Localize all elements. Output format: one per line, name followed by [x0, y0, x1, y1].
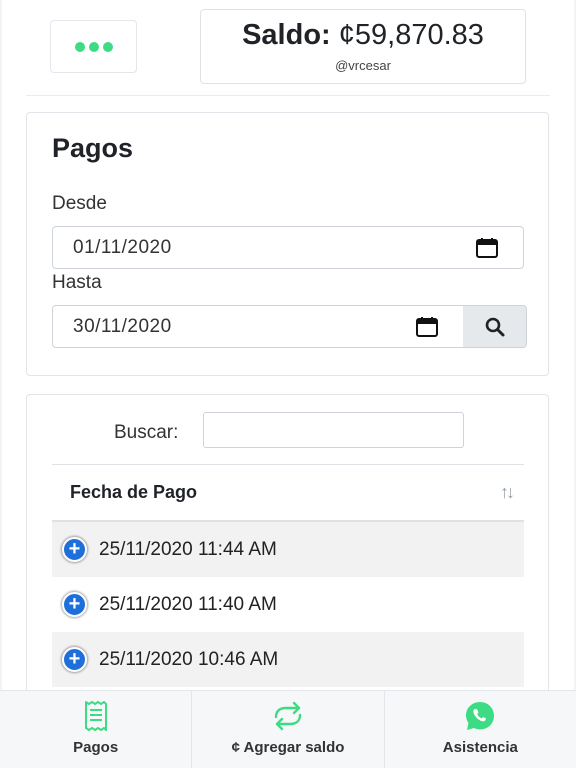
nav-label-pagos: Pagos [73, 739, 119, 756]
sort-icon[interactable]: ↑↓ [500, 482, 515, 503]
payments-table-card: Buscar: Fecha de Pago ↑↓ + 25/11/2020 11… [26, 394, 549, 714]
nav-item-agregar-saldo[interactable]: ¢ Agregar saldo [192, 691, 385, 768]
ellipsis-icon [74, 41, 85, 52]
expand-plus-icon[interactable]: + [62, 537, 87, 562]
nav-label-asistencia: Asistencia [442, 739, 518, 756]
app-root: Saldo: ¢59,870.83 @vrcesar Pagos Desde 0… [0, 0, 576, 768]
from-date-value: 01/11/2020 [73, 236, 172, 258]
nav-item-asistencia[interactable]: Asistencia [385, 691, 576, 768]
bottom-nav: Pagos ¢ Agregar saldo Asistencia [0, 690, 576, 768]
header-divider [26, 95, 550, 96]
whatsapp-icon [466, 702, 495, 730]
nav-label-agregar-saldo: ¢ Agregar saldo [231, 739, 345, 756]
edge-left [0, 0, 2, 768]
payment-date-cell: 25/11/2020 11:44 AM [99, 538, 277, 560]
table-search-label: Buscar: [114, 422, 179, 443]
table-row[interactable]: + 25/11/2020 11:44 AM [52, 522, 524, 577]
balance-value: ¢59,870.83 [338, 19, 484, 51]
payment-date-cell: 25/11/2020 11:40 AM [99, 593, 277, 615]
expand-plus-icon[interactable]: + [62, 592, 87, 617]
from-date-input[interactable]: 01/11/2020 [52, 226, 524, 269]
search-icon [485, 317, 504, 336]
search-button[interactable] [463, 305, 527, 348]
username: @vrcesar [335, 58, 391, 73]
calendar-icon[interactable] [476, 237, 498, 258]
table-search-input[interactable] [203, 412, 464, 448]
nav-item-pagos[interactable]: Pagos [0, 691, 193, 768]
calendar-icon[interactable] [416, 316, 438, 337]
to-date-value: 30/11/2020 [73, 315, 172, 337]
ellipsis-icon [102, 41, 113, 52]
payment-date-cell: 25/11/2020 10:46 AM [99, 648, 279, 670]
to-date-input[interactable]: 30/11/2020 [52, 305, 464, 348]
to-label: Hasta [52, 272, 102, 293]
column-header-payment-date[interactable]: Fecha de Pago [70, 482, 500, 503]
expand-plus-icon[interactable]: + [62, 647, 87, 672]
table-header[interactable]: Fecha de Pago ↑↓ [52, 464, 524, 522]
balance-card: Saldo: ¢59,870.83 @vrcesar [200, 9, 526, 84]
transfer-icon [274, 701, 302, 731]
table-row[interactable]: + 25/11/2020 11:40 AM [52, 577, 524, 632]
page-title: Pagos [52, 133, 134, 163]
payments-filter-card: Pagos Desde 01/11/2020 Hasta 30/11/2020 [26, 112, 549, 376]
from-label: Desde [52, 193, 107, 214]
balance-line: Saldo: ¢59,870.83 [201, 18, 525, 52]
ellipsis-icon [88, 41, 99, 52]
receipt-icon [84, 701, 107, 731]
more-options-button[interactable] [50, 20, 137, 73]
balance-label: Saldo: [242, 19, 331, 51]
table-row[interactable]: + 25/11/2020 10:46 AM [52, 632, 524, 687]
